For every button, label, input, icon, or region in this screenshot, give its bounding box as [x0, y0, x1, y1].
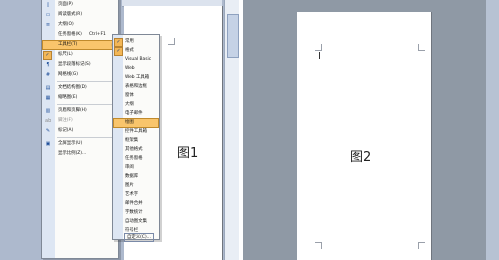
menu-item-thumbnails[interactable]: ▦ 缩略图(E): [42, 93, 118, 103]
document-page[interactable]: [297, 12, 431, 260]
margin-corner-mark: [315, 242, 322, 249]
menu-item-gridlines[interactable]: # 网格线(G): [42, 70, 118, 80]
menu-item-page[interactable]: ▯ 页面(P): [42, 0, 118, 10]
text-cursor: [319, 52, 320, 59]
menu-item-footnotes[interactable]: ab 脚注(F): [42, 116, 118, 126]
menu-separator: [57, 81, 116, 82]
markup-icon: ✎: [45, 128, 51, 134]
menu-separator: [57, 137, 116, 138]
menu-separator: [57, 104, 116, 105]
margin-corner-mark: [315, 44, 322, 51]
menu-item-header-footer[interactable]: ▥ 页眉和页脚(H): [42, 106, 118, 116]
toolbars-submenu: ✓ 常用 ✓ 格式 Visual Basic Web Web 工具箱 表格和边框…: [112, 34, 160, 242]
menu-item-markup[interactable]: ✎ 标记(A): [42, 126, 118, 136]
footnote-icon: ab: [45, 118, 52, 124]
figure-2-caption: 图2: [350, 150, 372, 165]
menu-item-show-paragraph-marks[interactable]: ¶ 显示段落标记(S): [42, 60, 118, 70]
margin-corner-mark: [168, 38, 175, 45]
menu-item-zoom[interactable]: 显示比例(Z)...: [42, 149, 118, 159]
vertical-scrollbar[interactable]: [486, 0, 499, 260]
menu-item-ruler[interactable]: ✓ 标尺(L): [42, 50, 118, 60]
thumbnail-icon: ▦: [45, 95, 51, 101]
menu-item-task-pane[interactable]: 任务窗格(K) Ctrl+F1: [42, 30, 118, 40]
fullscreen-icon: ▣: [45, 141, 51, 147]
margin-corner-mark: [418, 242, 425, 249]
menu-item-reading-layout[interactable]: ▭ 阅读版式(R): [42, 10, 118, 20]
grid-icon: #: [45, 72, 51, 78]
toolbar-item-customize[interactable]: 自定义(C)...: [113, 233, 159, 242]
header-footer-icon: ▥: [45, 108, 51, 114]
margin-corner-mark: [418, 44, 425, 51]
checkmark-icon: ✓: [43, 51, 52, 60]
view-menu: ▯ 页面(P) ▭ 阅读版式(R) ≡ 大纲(O) 任务窗格(K) Ctrl+F…: [41, 0, 119, 259]
paragraph-mark-icon: ¶: [46, 62, 50, 68]
word-window-figure-1: 图1 ▯ 页面(P) ▭ 阅读版式(R) ≡ 大纲(O) 任务窗格(K) Ctr…: [0, 0, 239, 260]
menu-item-toolbars[interactable]: 工具栏(T) ▶: [42, 40, 118, 50]
vertical-scrollbar[interactable]: [224, 0, 239, 260]
outline-icon: ≡: [45, 22, 51, 28]
scrollbar-thumb[interactable]: [227, 14, 239, 58]
page-icon: ▯: [46, 2, 50, 8]
figure-1-caption: 图1: [177, 146, 199, 161]
menu-item-document-map[interactable]: ▤ 文档结构图(D): [42, 83, 118, 93]
menu-item-full-screen[interactable]: ▣ 全屏显示(U): [42, 139, 118, 149]
menu-item-outline[interactable]: ≡ 大纲(O): [42, 20, 118, 30]
read-layout-icon: ▭: [45, 12, 51, 18]
document-map-icon: ▤: [45, 85, 51, 91]
